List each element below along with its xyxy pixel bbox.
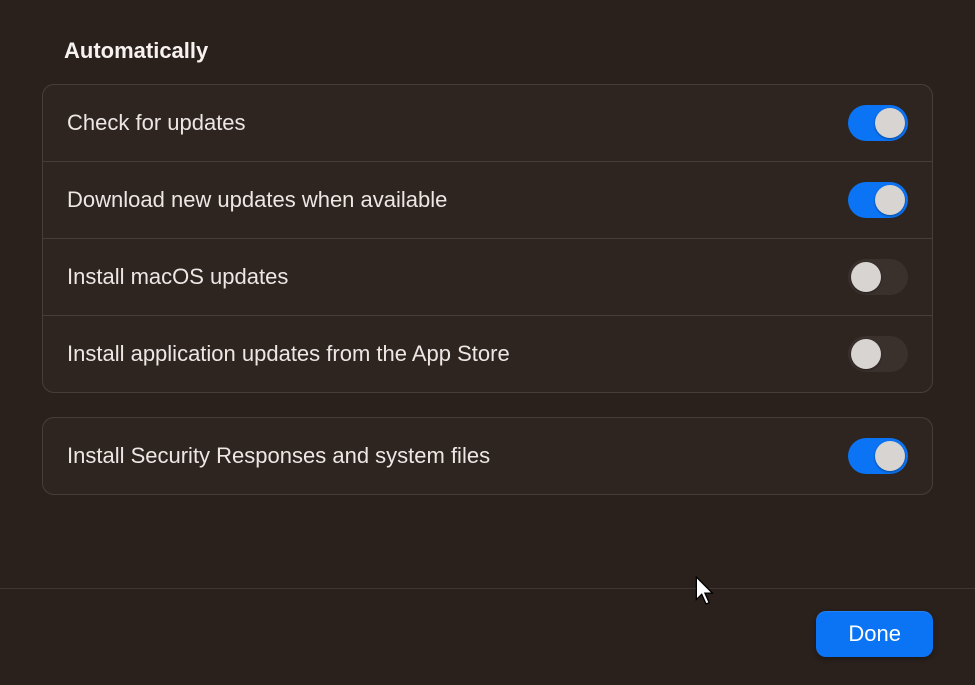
toggle-install-security-responses[interactable] xyxy=(848,438,908,474)
toggle-install-macos-updates[interactable] xyxy=(848,259,908,295)
row-install-security-responses: Install Security Responses and system fi… xyxy=(43,418,932,494)
label-install-macos-updates: Install macOS updates xyxy=(67,264,288,290)
label-download-new-updates: Download new updates when available xyxy=(67,187,447,213)
label-install-security-responses: Install Security Responses and system fi… xyxy=(67,443,490,469)
row-install-appstore-updates: Install application updates from the App… xyxy=(43,315,932,392)
settings-group-1: Check for updates Download new updates w… xyxy=(42,84,933,393)
toggle-check-for-updates[interactable] xyxy=(848,105,908,141)
row-download-new-updates: Download new updates when available xyxy=(43,161,932,238)
settings-group-2: Install Security Responses and system fi… xyxy=(42,417,933,495)
toggle-knob xyxy=(851,339,881,369)
row-check-for-updates: Check for updates xyxy=(43,85,932,161)
done-button[interactable]: Done xyxy=(816,611,933,657)
label-check-for-updates: Check for updates xyxy=(67,110,246,136)
dialog-footer: Done xyxy=(0,588,975,685)
toggle-knob xyxy=(875,185,905,215)
toggle-knob xyxy=(851,262,881,292)
section-title-automatically: Automatically xyxy=(64,38,933,64)
toggle-install-appstore-updates[interactable] xyxy=(848,336,908,372)
label-install-appstore-updates: Install application updates from the App… xyxy=(67,341,510,367)
toggle-knob xyxy=(875,441,905,471)
row-install-macos-updates: Install macOS updates xyxy=(43,238,932,315)
toggle-knob xyxy=(875,108,905,138)
toggle-download-new-updates[interactable] xyxy=(848,182,908,218)
